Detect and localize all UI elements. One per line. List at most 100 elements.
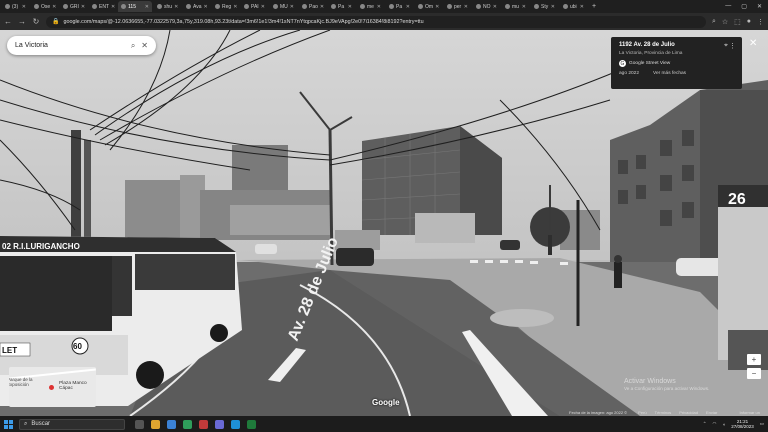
bookmark-star-icon[interactable]: ☆: [722, 18, 728, 26]
browser-tab[interactable]: (3) ✕: [2, 1, 29, 12]
app-icon[interactable]: [199, 419, 208, 429]
tab-label: Pao: [309, 3, 318, 10]
maximize-icon[interactable]: ▢: [741, 3, 747, 10]
browser-tab[interactable]: 115 ✕: [118, 1, 152, 12]
browser-tab[interactable]: MU ✕: [270, 1, 297, 12]
tab-close-icon[interactable]: ✕: [406, 4, 410, 10]
location-pin-icon[interactable]: ⌖: [724, 42, 728, 50]
tab-close-icon[interactable]: ✕: [145, 4, 149, 10]
tab-close-icon[interactable]: ✕: [435, 4, 439, 10]
back-icon[interactable]: ←: [4, 17, 12, 26]
tab-close-icon[interactable]: ✕: [52, 4, 56, 10]
tab-favicon-icon: [418, 4, 423, 9]
browser-tab[interactable]: Om ✕: [415, 1, 442, 12]
profile-icon[interactable]: ●: [747, 18, 751, 25]
clock-date: 27/08/2023: [731, 424, 754, 429]
tab-close-icon[interactable]: ✕: [580, 4, 584, 10]
browser-tab[interactable]: mu ✕: [502, 1, 529, 12]
chrome-icon[interactable]: [183, 419, 192, 429]
wifi-icon[interactable]: ◠: [713, 421, 717, 427]
taskbar-apps: [135, 419, 256, 429]
file-explorer-icon[interactable]: [151, 419, 160, 429]
browser-tab[interactable]: Pa ✕: [386, 1, 413, 12]
task-view-icon[interactable]: [135, 419, 144, 429]
street-view-info-card: 1192 Av. 28 de Julio La Victoria, Provin…: [611, 37, 742, 89]
tab-close-icon[interactable]: ✕: [290, 4, 294, 10]
tab-label: Sty: [541, 3, 549, 10]
zoom-icon[interactable]: ⌕: [712, 18, 716, 26]
close-street-view-icon[interactable]: ✕: [749, 38, 757, 49]
browser-tab[interactable]: Reg ✕: [212, 1, 239, 12]
tab-label: per: [454, 3, 462, 10]
browser-tab[interactable]: NO ✕: [473, 1, 500, 12]
tab-close-icon[interactable]: ✕: [233, 4, 237, 10]
search-input[interactable]: La Victoria: [15, 42, 125, 49]
tab-close-icon[interactable]: ✕: [261, 4, 265, 10]
taskbar-search-label: Buscar: [31, 421, 51, 427]
browser-tab[interactable]: shu ✕: [154, 1, 181, 12]
billboard-number: 26: [728, 191, 746, 208]
browser-tab[interactable]: Pao ✕: [299, 1, 326, 12]
search-box[interactable]: La Victoria ⌕ ✕: [7, 36, 156, 55]
address-bar[interactable]: 🔒 google.com/maps/@-12.0636655,-77.03225…: [46, 15, 706, 28]
info-source: Google Street View: [629, 61, 671, 66]
tab-label: PAI: [251, 3, 259, 10]
minimap[interactable]: Parque de la Exposición Plaza Manco Cápa…: [9, 367, 96, 407]
browser-tab[interactable]: Ava ✕: [183, 1, 210, 12]
notifications-icon[interactable]: ▭: [760, 421, 764, 427]
tab-label: Pa: [338, 3, 345, 10]
tab-close-icon[interactable]: ✕: [81, 4, 85, 10]
new-tab-button[interactable]: +: [592, 3, 596, 10]
tab-favicon-icon: [273, 4, 278, 9]
taskbar-search-icon: ⌕: [24, 420, 28, 427]
tab-favicon-icon: [331, 4, 336, 9]
tab-label: mu: [512, 3, 519, 10]
browser-tab[interactable]: ubi ✕: [560, 1, 587, 12]
excel-icon[interactable]: [247, 419, 256, 429]
browser-tab[interactable]: Sty ✕: [531, 1, 558, 12]
tab-label: Om: [425, 3, 434, 10]
tray-chevron-icon[interactable]: ⌃: [703, 421, 707, 427]
browser-tab[interactable]: Pa ✕: [328, 1, 355, 12]
tab-label: Ose: [41, 3, 51, 10]
forward-icon[interactable]: →: [18, 17, 26, 26]
browser-tab[interactable]: ENT ✕: [89, 1, 116, 12]
browser-tab[interactable]: Ose ✕: [31, 1, 58, 12]
taskbar-search[interactable]: ⌕ Buscar: [19, 418, 125, 430]
tab-close-icon[interactable]: ✕: [464, 4, 468, 10]
zoom-out-button[interactable]: −: [747, 368, 761, 379]
windows-start-icon[interactable]: [4, 419, 13, 429]
clock[interactable]: 21:21 27/08/2023: [731, 419, 754, 429]
tab-close-icon[interactable]: ✕: [320, 4, 324, 10]
minimize-icon[interactable]: —: [725, 3, 731, 10]
zoom-in-button[interactable]: +: [747, 354, 761, 365]
tab-close-icon[interactable]: ✕: [551, 4, 555, 10]
browser-tab[interactable]: me ✕: [357, 1, 384, 12]
extensions-icon[interactable]: ⬚: [734, 18, 741, 26]
tab-close-icon[interactable]: ✕: [174, 4, 178, 10]
tab-close-icon[interactable]: ✕: [377, 4, 381, 10]
edge-icon[interactable]: [167, 419, 176, 429]
more-dates-link[interactable]: Ver más fechas: [653, 71, 686, 76]
tab-close-icon[interactable]: ✕: [204, 4, 208, 10]
tab-close-icon[interactable]: ✕: [493, 4, 497, 10]
browser-tab[interactable]: PAI ✕: [241, 1, 268, 12]
word-icon[interactable]: [231, 419, 240, 429]
tab-close-icon[interactable]: ✕: [522, 4, 526, 10]
reload-icon[interactable]: ↻: [32, 17, 40, 26]
tab-favicon-icon: [63, 4, 68, 9]
app-icon-2[interactable]: [215, 419, 224, 429]
tab-close-icon[interactable]: ✕: [111, 4, 115, 10]
more-options-icon[interactable]: ⋮: [729, 42, 736, 50]
browser-tab[interactable]: GRI ✕: [60, 1, 87, 12]
close-window-icon[interactable]: ✕: [757, 3, 762, 10]
menu-icon[interactable]: ⋮: [757, 18, 764, 26]
clear-search-icon[interactable]: ✕: [141, 41, 148, 50]
tab-close-icon[interactable]: ✕: [348, 4, 352, 10]
tab-close-icon[interactable]: ✕: [22, 4, 26, 10]
browser-tab[interactable]: per ✕: [444, 1, 471, 12]
search-icon[interactable]: ⌕: [131, 41, 135, 51]
volume-icon[interactable]: ◖: [722, 422, 725, 427]
tab-favicon-icon: [302, 4, 307, 9]
street-view-panorama[interactable]: 26 02 R.I.LURIGANCHO 60 LET Av. 28 de Ju…: [0, 30, 768, 416]
